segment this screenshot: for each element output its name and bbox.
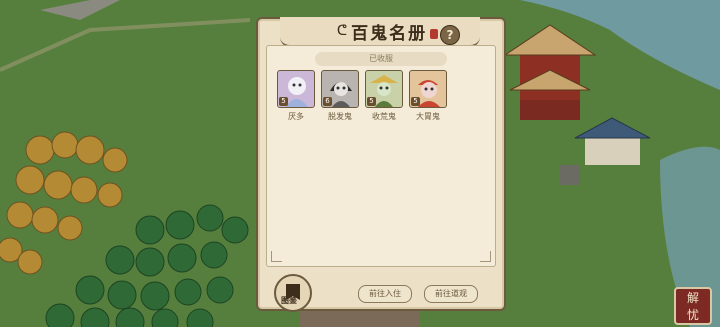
corner-seal-logo[interactable]: 解忧 [674,287,712,325]
catalog-book-button[interactable] [274,274,312,312]
corner-ornament [480,251,491,262]
corner-ornament [271,251,282,262]
ghost-level-badge: 5 [367,97,376,106]
red-seal-icon [430,29,438,39]
ghost-name: 收荒鬼 [372,112,396,121]
ghost-name: 大胃鬼 [416,112,440,121]
ghost-card[interactable]: 5 厌多 [277,70,315,122]
ghost-card-row: 5 厌多 6 脱发鬼 5 收荒鬼 5 大胃鬼 [277,70,447,122]
panel-title: 百鬼名册 [351,23,428,44]
go-temple-button[interactable]: 前往道观 [424,285,478,303]
ghost-level-badge: 6 [323,97,332,106]
ghost-portrait-icon: 5 [409,70,447,108]
ghost-card[interactable]: 5 收荒鬼 [365,70,403,122]
help-button[interactable]: ? [440,25,460,45]
ghost-portrait-icon: 5 [365,70,403,108]
swirl-ornament-icon: ᕦ [336,23,348,39]
go-stay-button[interactable]: 前往入住 [358,285,412,303]
ghost-level-badge: 5 [411,97,420,106]
ghost-name: 脱发鬼 [328,112,352,121]
section-header-collected: 已收服 [315,52,447,66]
ghost-level-badge: 5 [279,97,288,106]
ghost-card[interactable]: 5 大胃鬼 [409,70,447,122]
catalog-label: 图鉴 [281,296,297,305]
ghost-portrait-icon: 5 [277,70,315,108]
ghost-registry-panel: ᕦ 百鬼名册 ? 已收服 5 厌多 6 脱发鬼 5 收荒鬼 5 大胃鬼 图鉴 前… [256,17,506,312]
ghost-card[interactable]: 6 脱发鬼 [321,70,359,122]
ghost-name: 厌多 [288,112,304,121]
ghost-portrait-icon: 6 [321,70,359,108]
seal-text: 解忧 [686,291,699,322]
ghost-list-area: 已收服 5 厌多 6 脱发鬼 5 收荒鬼 5 大胃鬼 [266,45,496,267]
